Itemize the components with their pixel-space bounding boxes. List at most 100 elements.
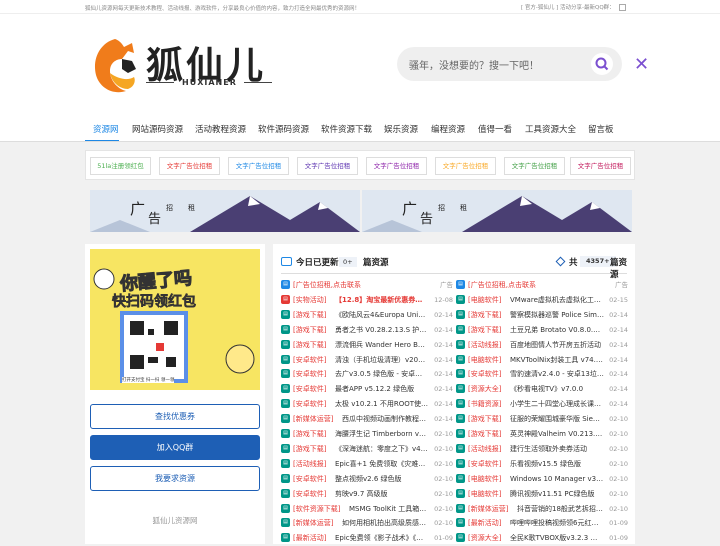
resource-row[interactable]: ▤ [最新活动] Epic免费领《影子战术》《… 01-09 [281,531,453,546]
nav-item[interactable]: 软件资源下载 [321,123,372,135]
resource-row[interactable]: ▤ [软件资源下载] MSMG ToolKit 工具箱v1… 02-10 [281,502,453,517]
search-box[interactable]: 骚年，没想要的？搜一下吧！ [397,47,622,81]
nav-item[interactable]: 网站源码资源 [132,123,183,135]
resource-title[interactable]: 征服的荣耀围城豪华版 Siege… [510,412,604,427]
resource-row[interactable]: ▤ [游戏下载] 土豆兄弟 Brotato V0.8.0.3 无… 02-14 [456,323,628,338]
category-tag[interactable]: [安卓软件] [293,397,326,412]
request-resource-button[interactable]: 我要求资源 [90,466,260,491]
category-tag[interactable]: [活动线报] [468,442,501,457]
resource-title[interactable]: 【12.8】淘宝最新优惠券、每… [335,293,429,308]
resource-title[interactable]: 勇者之书 V0.28.2.13.S 护盾… [335,323,429,338]
resource-title[interactable]: 百度地图情人节开房五折活动 [510,338,604,353]
resource-row[interactable]: ▤ [活动线报] 建行生活领取外卖券活动 02-10 [456,442,628,457]
resource-title[interactable]: VMware虚拟机去虚拟化工具… [510,293,604,308]
resource-title[interactable]: Epic喜+1 免费领取《灾难菜… [335,457,429,472]
resource-title[interactable]: 英灵神殿Valheim V0.213.4 P… [510,427,604,442]
category-tag[interactable]: [资源大全] [468,382,501,397]
resource-row[interactable]: ▤ [实物活动] 【12.8】淘宝最新优惠券、每… 12-08 [281,293,453,308]
resource-row[interactable]: ▤ [活动线报] Epic喜+1 免费领取《灾难菜… 02-10 [281,457,453,472]
resource-row[interactable]: ▤ [新媒体运营] 西瓜中视频动画制作教程… 02-14 [281,412,453,427]
red-packet-qr-poster[interactable]: 你醒了吗 快扫码领红包 打开支付宝 扫一扫 领一领 [90,249,260,390]
resource-row[interactable]: ▤ [安卓软件] 整点视频v2.6 绿色版 02-10 [281,472,453,487]
resource-title[interactable]: 海腰浮生记 Timberborn v0.3.… [335,427,429,442]
resource-row[interactable]: ▤ [安卓软件] 太极 v10.2.1 不用ROOT使用… 02-14 [281,397,453,412]
category-tag[interactable]: [最新活动] [293,531,326,546]
category-tag[interactable]: [活动线报] [468,338,501,353]
resource-row[interactable]: ▤ [书籍资源] 小学生二十四堂心理成长课… 02-14 [456,397,628,412]
resource-row[interactable]: ▤ [安卓软件] 去广v3.0.5 绿色版 - 安卓… 02-14 [281,367,453,382]
join-qq-group-button[interactable]: 加入QQ群 [90,435,260,460]
category-tag[interactable]: [新媒体运营] [293,412,333,427]
resource-title[interactable]: 《欧陆风云4&Europa Univer… [335,308,429,323]
nav-item[interactable]: 活动教程资源 [195,123,246,135]
category-tag[interactable]: [安卓软件] [293,367,326,382]
category-tag[interactable]: [游戏下载] [293,427,326,442]
category-tag[interactable]: [游戏下载] [468,412,501,427]
resource-row[interactable]: ▤ [资源大全] 《秒看电视TV》v7.0.0 02-14 [456,382,628,397]
category-tag[interactable]: [电脑软件] [468,487,501,502]
category-tag[interactable]: [电脑软件] [468,353,501,368]
text-ad-link[interactable]: 文字广告位招租 [366,157,427,175]
category-tag[interactable]: [游戏下载] [468,323,501,338]
resource-row[interactable]: ▤ [安卓软件] 剪映v9.7 高级版 02-10 [281,487,453,502]
search-button[interactable] [591,53,613,75]
resource-title[interactable]: 《深海迷航：零度之下》v49… [335,442,429,457]
category-tag[interactable]: [安卓软件] [468,457,501,472]
text-ad-link[interactable]: 文字广告位招租 [570,157,631,175]
resource-row[interactable]: ▤ [游戏下载] 《深海迷航：零度之下》v49… 02-10 [281,442,453,457]
category-tag[interactable]: [安卓软件] [293,487,326,502]
text-ad-link[interactable]: 文字广告位招租 [504,157,565,175]
nav-item[interactable]: 留言板 [588,123,614,135]
resource-title[interactable]: 全民K歌TVBOX版v3.2.3 免费… [510,531,604,546]
category-tag[interactable]: [安卓软件] [293,472,326,487]
category-tag[interactable]: [安卓软件] [293,382,326,397]
resource-row[interactable]: ▤ [广告位招租,点击联系 广告 [281,278,453,293]
nav-item-home[interactable]: 资源网 [93,123,119,135]
category-tag[interactable]: [新媒体运营] [293,516,333,531]
category-tag[interactable]: [安卓软件] [468,367,501,382]
qq-group-link[interactable]: [ 官方-狐仙儿 ] 活动分享-最新QQ群： [521,3,626,11]
resource-row[interactable]: ▤ [新媒体运营] 如何用相机拍出高级质感… 02-10 [281,516,453,531]
find-coupon-button[interactable]: 查找优惠券 [90,404,260,429]
resource-title[interactable]: 雪豹速清v2.4.0 - 安卓13垃圾… [510,367,604,382]
category-tag[interactable]: [软件资源下载] [293,502,340,517]
resource-row[interactable]: ▤ [安卓软件] 乐看视频v15.5 绿色版 02-10 [456,457,628,472]
nav-item[interactable]: 值得一看 [478,123,512,135]
site-logo[interactable]: 狐仙儿 HUXIANER [88,33,278,105]
resource-title[interactable]: 最者APP v5.12.2 绿色版 [335,382,429,397]
resource-title[interactable]: 警察模拟器巡警 Police Simul… [510,308,604,323]
resource-row[interactable]: ▤ [最新活动] 哔哩哔哩投稿视频领6元红包… 01-09 [456,516,628,531]
resource-title[interactable]: 腾讯视频v11.51 PC绿色版 [510,487,604,502]
resource-row[interactable]: ▤ [电脑软件] 腾讯视频v11.51 PC绿色版 02-10 [456,487,628,502]
category-tag[interactable]: [游戏下载] [468,308,501,323]
category-tag[interactable]: [新媒体运营] [468,502,508,517]
resource-title[interactable]: 剪映v9.7 高级版 [335,487,429,502]
resource-title[interactable]: Windows 10 Manager v3.7.6… [510,472,604,487]
resource-title[interactable]: 太极 v10.2.1 不用ROOT使用… [335,397,429,412]
category-tag[interactable]: [游戏下载] [293,323,326,338]
text-ad-link[interactable]: 文字广告位招租 [435,157,496,175]
category-tag[interactable]: [游戏下载] [468,427,501,442]
banner-ad[interactable]: 广 招 租 告 [362,190,632,232]
text-ad-link[interactable]: 文字广告位招租 [228,157,289,175]
resource-row[interactable]: ▤ [游戏下载] 海腰浮生记 Timberborn v0.3.… 02-10 [281,427,453,442]
text-ad-link[interactable]: 51la注册领红包 [90,157,151,175]
resource-row[interactable]: ▤ [游戏下载] 勇者之书 V0.28.2.13.S 护盾… 02-14 [281,323,453,338]
resource-row[interactable]: ▤ [游戏下载] 漂流佣兵 Wander Hero Build… 02-14 [281,338,453,353]
text-ad-link[interactable]: 文字广告位招租 [297,157,358,175]
resource-title[interactable]: 如何用相机拍出高级质感… [342,516,429,531]
category-tag[interactable]: [安卓软件] [293,353,326,368]
resource-row[interactable]: ▤ [电脑软件] VMware虚拟机去虚拟化工具… 02-15 [456,293,628,308]
resource-row[interactable]: ▤ [游戏下载] 征服的荣耀围城豪华版 Siege… 02-10 [456,412,628,427]
category-tag[interactable]: [广告位招租,点击联系 [468,278,536,293]
resource-title[interactable]: 整点视频v2.6 绿色版 [335,472,429,487]
nav-item[interactable]: 软件源码资源 [258,123,309,135]
resource-title[interactable]: MSMG ToolKit 工具箱v1… [349,502,429,517]
resource-row[interactable]: ▤ [资源大全] 全民K歌TVBOX版v3.2.3 免费… 01-09 [456,531,628,546]
category-tag[interactable]: [最新活动] [468,516,501,531]
nav-item[interactable]: 工具资源大全 [525,123,576,135]
resource-title[interactable]: MKVToolNix封装工具 v74.0 … [510,353,604,368]
category-tag[interactable]: [活动线报] [293,457,326,472]
nav-item[interactable]: 娱乐资源 [384,123,418,135]
resource-title[interactable]: 清浊（手机垃圾清理）v202… [335,353,429,368]
